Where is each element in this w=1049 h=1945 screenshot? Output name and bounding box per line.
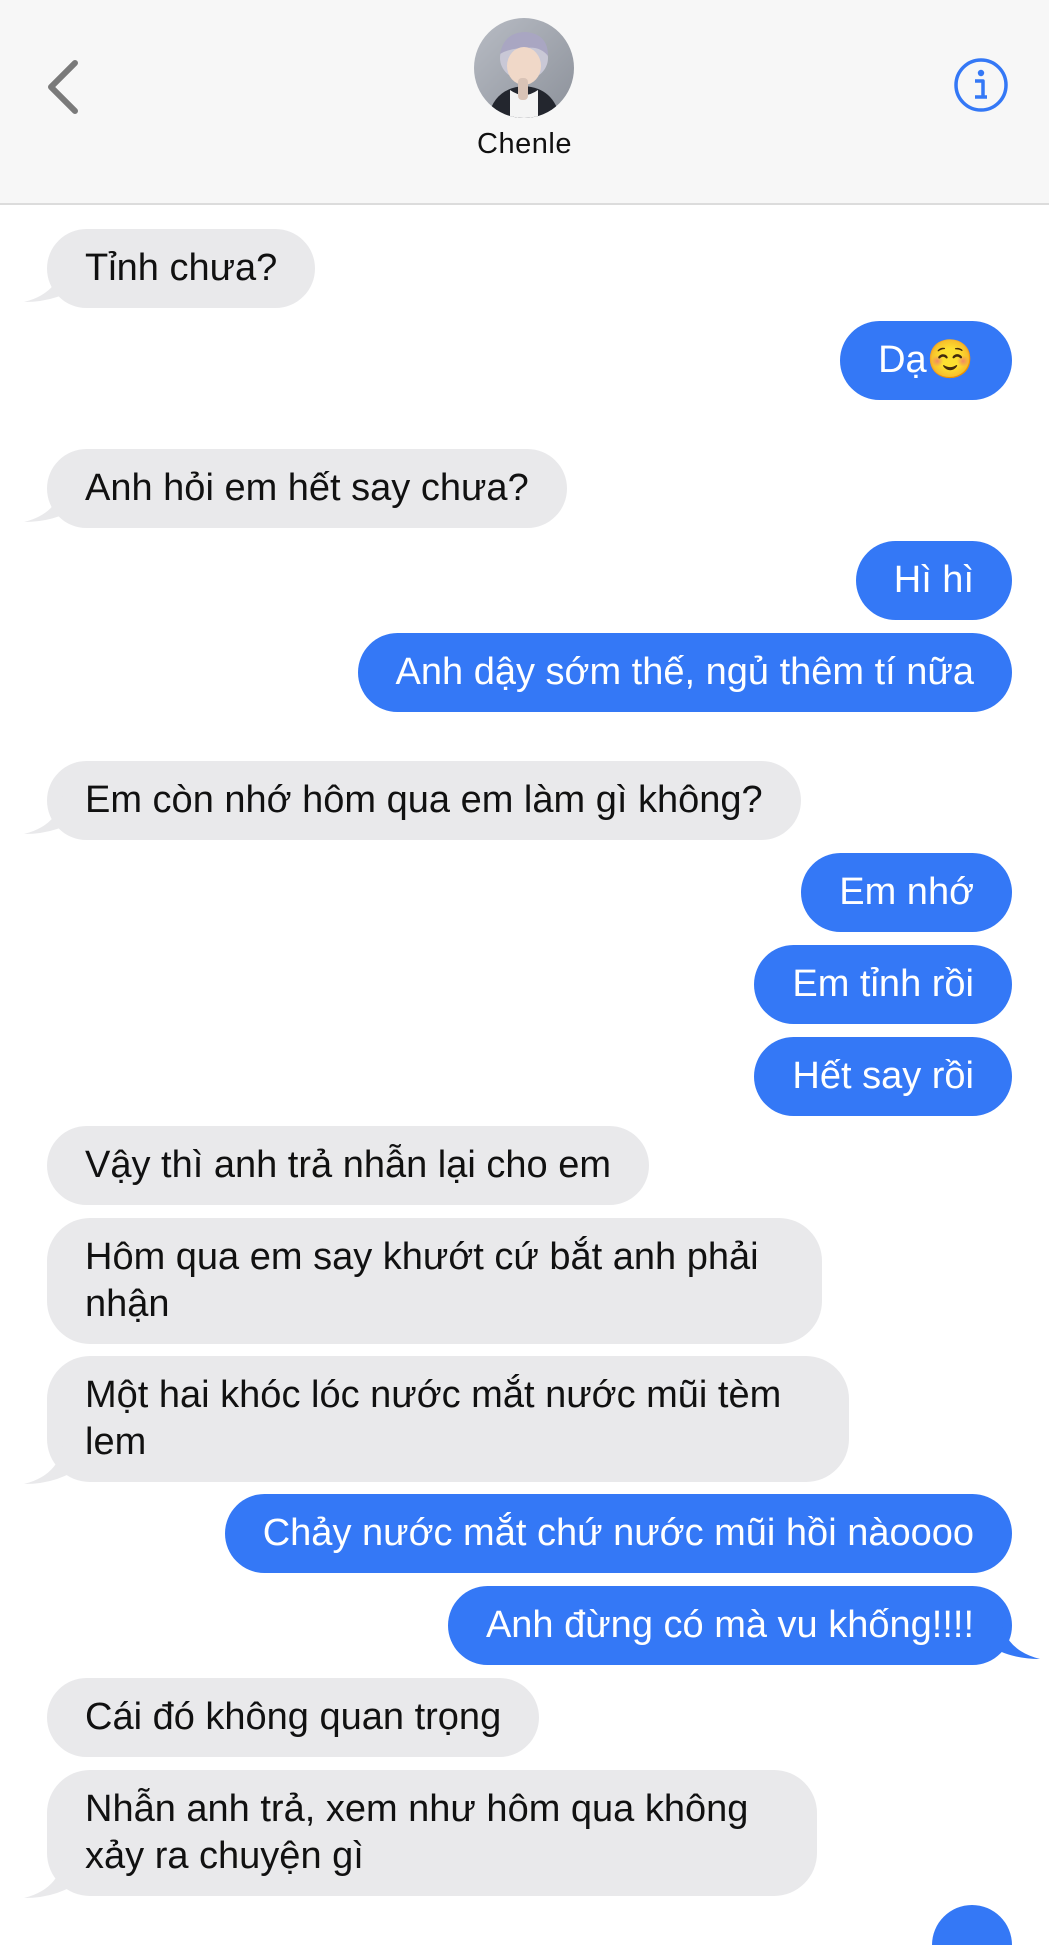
message-text: Vậy thì anh trả nhẫn lại cho em bbox=[85, 1144, 611, 1186]
sent-message-bubble[interactable]: Anh đừng có mà vu khống!!!! bbox=[447, 1586, 1012, 1665]
bubble-tail bbox=[980, 1609, 1040, 1659]
message-text: Em tỉnh rồi bbox=[792, 963, 974, 1005]
message-text: Dạ☺️ bbox=[878, 339, 974, 381]
received-message-bubble[interactable]: Một hai khóc lóc nước mắt nước mũi tèm l… bbox=[47, 1356, 849, 1482]
avatar-photo bbox=[474, 18, 574, 118]
sent-message-bubble[interactable]: Hết say rồi bbox=[754, 1037, 1012, 1116]
message-text: Hì hì bbox=[893, 559, 974, 601]
message-text: Anh dậy sớm thế, ngủ thêm tí nữa bbox=[395, 651, 974, 693]
bubble-tail bbox=[24, 784, 84, 834]
bubble-tail bbox=[24, 1434, 84, 1484]
back-button[interactable] bbox=[38, 52, 88, 122]
bubble-tail bbox=[24, 252, 84, 302]
received-message-bubble[interactable]: Vậy thì anh trả nhẫn lại cho em bbox=[47, 1126, 649, 1205]
contact-name[interactable]: Chenle bbox=[0, 128, 1049, 161]
received-message-bubble[interactable]: Anh hỏi em hết say chưa? bbox=[47, 449, 567, 528]
conversation-header: Chenle bbox=[0, 0, 1049, 205]
chevron-left-icon bbox=[48, 60, 78, 114]
sent-message-bubble[interactable]: Em tỉnh rồi bbox=[754, 945, 1012, 1024]
received-message-bubble[interactable]: Cái đó không quan trọng bbox=[47, 1678, 540, 1757]
received-message-bubble[interactable]: Hôm qua em say khướt cứ bắt anh phải nhậ… bbox=[47, 1218, 822, 1344]
message-text: Hôm qua em say khướt cứ bắt anh phải nhậ… bbox=[85, 1236, 759, 1325]
message-text: Em nhớ bbox=[839, 871, 974, 913]
message-text: Anh đừng có mà vu khống!!!! bbox=[485, 1604, 974, 1646]
bubble-tail bbox=[24, 472, 84, 522]
received-message-bubble[interactable]: Nhẫn anh trả, xem như hôm qua không xảy … bbox=[47, 1770, 817, 1896]
message-text: Hết say rồi bbox=[792, 1055, 974, 1097]
sent-message-bubble[interactable]: Chảy nước mắt chứ nước mũi hồi nàoooo bbox=[224, 1494, 1012, 1573]
info-button[interactable] bbox=[952, 56, 1010, 114]
message-text: Cái đó không quan trọng bbox=[85, 1696, 502, 1738]
sent-message-bubble[interactable]: Anh dậy sớm thế, ngủ thêm tí nữa bbox=[357, 633, 1012, 712]
message-text: Chảy nước mắt chứ nước mũi hồi nàoooo bbox=[262, 1512, 974, 1554]
sent-message-bubble[interactable]: Dạ☺️ bbox=[840, 321, 1012, 400]
sent-message-bubble[interactable]: Em nhớ bbox=[801, 853, 1012, 932]
message-text: Anh hỏi em hết say chưa? bbox=[85, 467, 529, 509]
message-text: Một hai khóc lóc nước mắt nước mũi tèm l… bbox=[85, 1374, 782, 1463]
sent-message-bubble[interactable]: Hì hì bbox=[855, 541, 1012, 620]
info-circle-icon bbox=[954, 58, 1008, 112]
message-text: Tỉnh chưa? bbox=[85, 247, 278, 289]
message-text: Nhẫn anh trả, xem như hôm qua không xảy … bbox=[85, 1788, 749, 1877]
contact-avatar[interactable] bbox=[474, 18, 574, 118]
bubble-tail bbox=[24, 1848, 84, 1898]
message-thread[interactable]: Tỉnh chưa? Dạ☺️ Anh hỏi em hết say chưa?… bbox=[0, 205, 1049, 1945]
sent-message-bubble-partial[interactable] bbox=[932, 1905, 1012, 1945]
received-message-bubble[interactable]: Em còn nhớ hôm qua em làm gì không? bbox=[47, 761, 801, 840]
message-text: Em còn nhớ hôm qua em làm gì không? bbox=[85, 779, 763, 821]
